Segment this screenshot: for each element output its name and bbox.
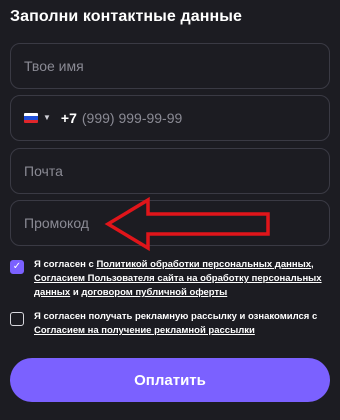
email-input[interactable] [24,163,316,179]
name-input[interactable] [24,58,316,74]
form-title: Заполни контактные данные [10,8,242,25]
russia-flag-icon[interactable] [24,113,38,123]
name-field[interactable] [10,43,330,89]
consent-advertising-text: Я согласен получать рекламную рассылку и… [34,310,324,338]
advertising-consent-link[interactable]: Согласием на получение рекламной рассылк… [34,325,255,336]
email-field[interactable] [10,148,330,194]
consent-advertising-checkbox[interactable] [10,312,24,326]
consent-text-part: , [311,259,314,270]
consent-text-part: Я согласен получать рекламную рассылку и… [34,311,318,322]
pay-button[interactable]: Оплатить [10,358,330,402]
consent-personal-data-checkbox[interactable]: ✓ [10,260,24,274]
phone-input[interactable] [81,110,316,126]
consent-text-part: Я согласен с [34,259,97,270]
phone-country-code: +7 [60,110,77,126]
phone-field[interactable]: ▼ +7 [10,95,330,141]
public-offer-link[interactable]: договором публичной оферты [81,287,227,298]
consent-text-part: и [70,287,82,298]
consent-personal-data: ✓ Я согласен с Политикой обработки персо… [10,258,330,300]
red-arrow-annotation [104,196,270,252]
contact-form-page: Заполни контактные данные ▼ +7 ✓ Я согла… [0,0,340,420]
consent-personal-data-text: Я согласен с Политикой обработки персона… [34,258,324,300]
chevron-down-icon[interactable]: ▼ [43,114,51,122]
consent-advertising: Я согласен получать рекламную рассылку и… [10,310,330,338]
privacy-policy-link[interactable]: Политикой обработки персональных данных [96,259,311,270]
